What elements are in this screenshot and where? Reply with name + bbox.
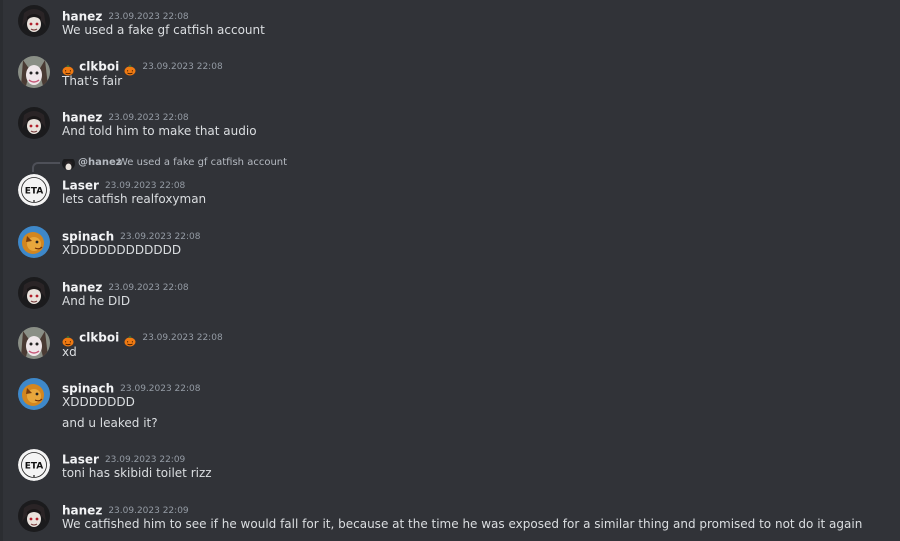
reply-preview-text[interactable]: We used a fake gf catfish account [118, 157, 287, 168]
username[interactable]: hanez [62, 10, 102, 24]
username[interactable]: spinach [62, 230, 114, 244]
message-text: toni has skibidi toilet rizz [62, 466, 212, 480]
message-text: lets catfish realfoxyman [62, 192, 207, 206]
message-text: We used a fake gf catfish account [62, 23, 265, 37]
timestamp: 23.09.2023 22:08 [108, 11, 189, 22]
timestamp: 23.09.2023 22:08 [108, 112, 189, 123]
username[interactable]: Laser [62, 453, 99, 467]
message-text: and u leaked it? [62, 416, 158, 430]
message-text: XDDDDDDDDDDDD [62, 243, 182, 257]
username[interactable]: Laser [62, 179, 99, 193]
chat-message-list[interactable]: hanez 23.09.2023 22:08 We used a fake gf … [0, 0, 900, 541]
timestamp: 23.09.2023 22:09 [108, 505, 189, 516]
laser-eta-avatar[interactable]: ETA [18, 174, 50, 206]
spinach-avatar[interactable] [18, 378, 50, 410]
timestamp: 23.09.2023 22:08 [120, 383, 201, 394]
message-text: XDDDDDDD [62, 395, 135, 409]
reply-avatar [62, 157, 75, 170]
message-text: And he DID [62, 294, 131, 308]
pumpkin-emoji [124, 332, 136, 346]
username[interactable]: hanez [62, 281, 102, 295]
hanez-avatar[interactable] [18, 5, 50, 37]
pumpkin-emoji [62, 61, 74, 75]
username[interactable]: clkboi [79, 60, 119, 74]
clkboi-avatar[interactable] [18, 56, 50, 88]
eta-logo-text: ETA [25, 462, 44, 472]
reply-connector [32, 162, 60, 172]
message-text: That's fair [62, 74, 123, 88]
reply-mention[interactable]: @hanez [78, 157, 122, 168]
username[interactable]: clkboi [79, 331, 119, 345]
username[interactable]: hanez [62, 111, 102, 125]
spinach-avatar[interactable] [18, 226, 50, 258]
timestamp: 23.09.2023 22:08 [108, 282, 189, 293]
pumpkin-emoji [124, 61, 136, 75]
message-text: xd [62, 345, 77, 359]
message-text: And told him to make that audio [62, 124, 257, 138]
message-text: We catfished him to see if he would fall… [62, 517, 863, 531]
timestamp: 23.09.2023 22:08 [142, 332, 223, 343]
clkboi-avatar[interactable] [18, 327, 50, 359]
timestamp: 23.09.2023 22:08 [104, 180, 186, 191]
pumpkin-emoji [62, 332, 74, 346]
hanez-avatar[interactable] [18, 277, 50, 309]
timestamp: 23.09.2023 22:09 [104, 454, 186, 465]
eta-logo-text: ETA [25, 187, 44, 197]
scrollbar-edge [0, 0, 3, 541]
timestamp: 23.09.2023 22:08 [120, 231, 201, 242]
laser-eta-avatar[interactable]: ETA [18, 449, 50, 481]
username[interactable]: spinach [62, 382, 114, 396]
hanez-avatar[interactable] [18, 107, 50, 139]
hanez-avatar[interactable] [18, 500, 50, 532]
username[interactable]: hanez [62, 504, 102, 518]
timestamp: 23.09.2023 22:08 [142, 61, 223, 72]
